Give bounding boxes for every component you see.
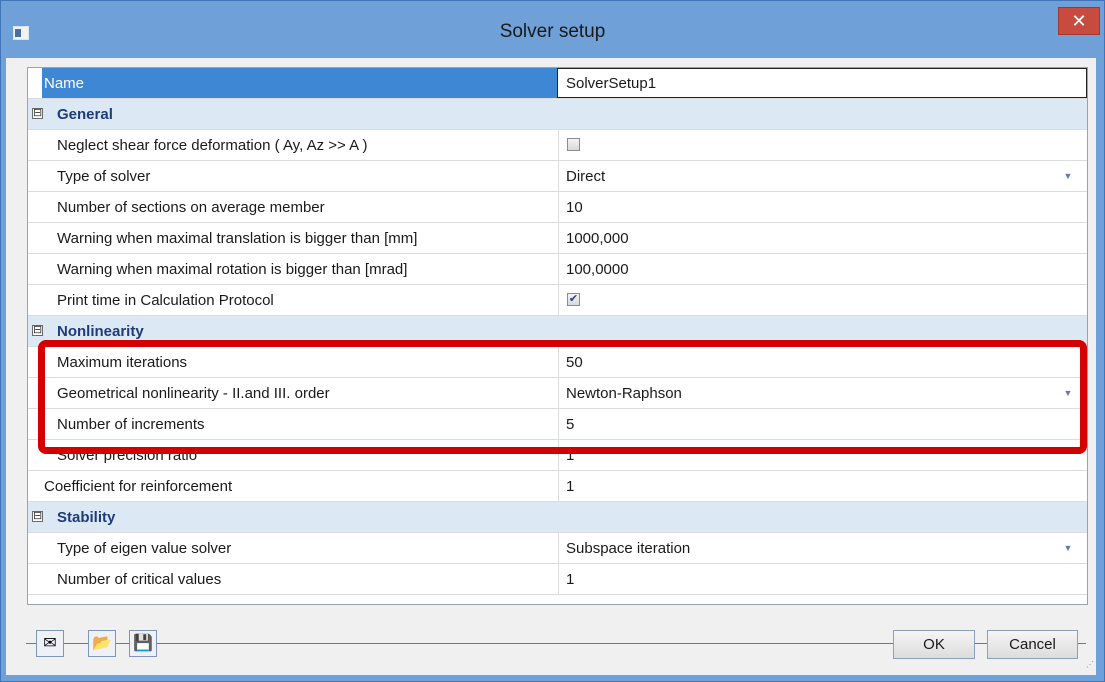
save-icon-button[interactable]: 💾 bbox=[129, 630, 157, 657]
property-label: Number of sections on average member bbox=[57, 199, 325, 216]
dropdown-arrow-icon[interactable]: ▼ bbox=[1050, 161, 1086, 191]
property-value[interactable]: 1 bbox=[566, 571, 574, 588]
column-separator bbox=[558, 533, 559, 563]
group-label: Nonlinearity bbox=[57, 323, 144, 340]
column-separator bbox=[558, 564, 559, 594]
group-label: Stability bbox=[57, 509, 116, 526]
property-label: Warning when maximal translation is bigg… bbox=[57, 230, 418, 247]
property-row[interactable]: Print time in Calculation Protocol ✔ bbox=[28, 285, 1087, 316]
column-separator bbox=[558, 130, 559, 160]
collapse-toggle-icon[interactable]: ⊟ bbox=[32, 108, 43, 119]
close-button[interactable]: ✕ bbox=[1058, 7, 1100, 35]
property-label: Coefficient for reinforcement bbox=[44, 478, 233, 495]
property-label: Print time in Calculation Protocol bbox=[57, 292, 274, 309]
name-input-value[interactable]: SolverSetup1 bbox=[566, 75, 656, 92]
group-row[interactable]: ⊟ General bbox=[28, 99, 1087, 130]
property-row[interactable]: Type of eigen value solver Subspace itera… bbox=[28, 533, 1087, 564]
group-row[interactable]: ⊟ Stability bbox=[28, 502, 1087, 533]
property-label: Warning when maximal rotation is bigger … bbox=[57, 261, 408, 278]
envelope-icon-button[interactable]: ✉ bbox=[36, 630, 64, 657]
property-checkbox[interactable]: ✔ bbox=[567, 293, 580, 306]
collapse-toggle-icon[interactable]: ⊟ bbox=[32, 325, 43, 336]
property-grid: Name SolverSetup1 ⊟ General Neglect shear … bbox=[27, 67, 1088, 605]
property-row-name[interactable]: Name SolverSetup1 bbox=[28, 68, 1087, 99]
highlight-annotation-box bbox=[38, 340, 1087, 454]
property-row[interactable]: Type of solver Direct ▼ bbox=[28, 161, 1087, 192]
column-separator bbox=[558, 285, 559, 315]
column-separator bbox=[558, 223, 559, 253]
dropdown-arrow-icon[interactable]: ▼ bbox=[1050, 533, 1086, 563]
property-row[interactable]: Neglect shear force deformation ( Ay, Az… bbox=[28, 130, 1087, 161]
property-label: Number of critical values bbox=[57, 571, 222, 588]
folder-open-icon-button[interactable]: 📂 bbox=[88, 630, 116, 657]
property-row[interactable]: Number of sections on average member 10 bbox=[28, 192, 1087, 223]
column-separator bbox=[558, 161, 559, 191]
property-value[interactable]: 100,0000 bbox=[566, 261, 629, 278]
resize-grip-icon[interactable]: ⋰ bbox=[1086, 661, 1098, 674]
property-label: Name bbox=[44, 75, 85, 92]
property-row[interactable]: Warning when maximal translation is bigg… bbox=[28, 223, 1087, 254]
column-separator bbox=[558, 471, 559, 501]
property-label: Neglect shear force deformation ( Ay, Az… bbox=[57, 137, 368, 154]
column-separator bbox=[558, 192, 559, 222]
window-title: Solver setup bbox=[499, 21, 606, 42]
title-bar[interactable]: Solver setup ✕ bbox=[1, 1, 1104, 59]
property-checkbox[interactable] bbox=[567, 138, 580, 151]
collapse-toggle-icon[interactable]: ⊟ bbox=[32, 511, 43, 522]
property-label: Type of solver bbox=[57, 168, 151, 185]
property-value[interactable]: 1000,000 bbox=[566, 230, 629, 247]
property-row[interactable]: Coefficient for reinforcement 1 bbox=[28, 471, 1087, 502]
cancel-button[interactable]: Cancel bbox=[987, 630, 1078, 659]
folder-open-icon: 📂 bbox=[92, 635, 112, 652]
column-separator bbox=[558, 254, 559, 284]
property-row[interactable]: Number of critical values 1 bbox=[28, 564, 1087, 595]
property-value[interactable]: 10 bbox=[566, 199, 583, 216]
save-icon: 💾 bbox=[133, 635, 153, 652]
property-label: Type of eigen value solver bbox=[57, 540, 232, 557]
property-dropdown-value[interactable]: Direct bbox=[566, 168, 605, 185]
selected-label-cell bbox=[42, 68, 558, 98]
envelope-icon: ✉ bbox=[43, 635, 57, 652]
property-dropdown-value[interactable]: Subspace iteration bbox=[566, 540, 690, 557]
ok-button[interactable]: OK bbox=[893, 630, 975, 659]
property-value[interactable]: 1 bbox=[566, 478, 574, 495]
group-label: General bbox=[57, 106, 113, 123]
property-row[interactable]: Warning when maximal rotation is bigger … bbox=[28, 254, 1087, 285]
